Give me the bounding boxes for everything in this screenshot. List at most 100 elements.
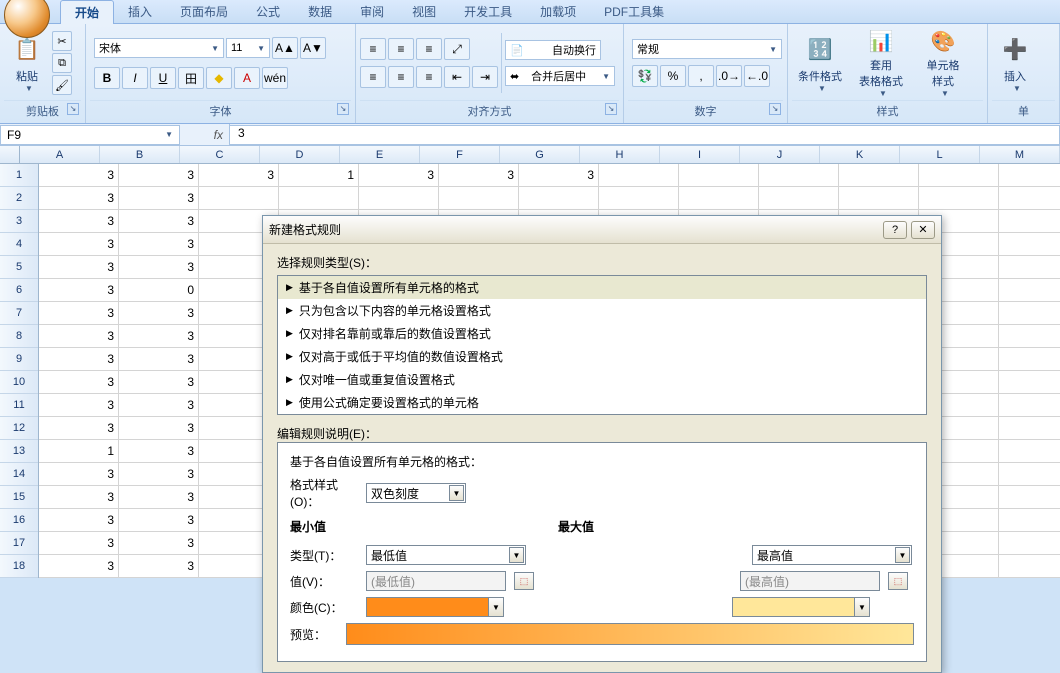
min-ref-button[interactable]: ⬚ xyxy=(514,572,534,590)
column-header[interactable]: E xyxy=(340,146,420,163)
italic-button[interactable]: I xyxy=(122,67,148,89)
row-header[interactable]: 17 xyxy=(0,532,38,555)
cell[interactable] xyxy=(999,164,1060,187)
row-header[interactable]: 6 xyxy=(0,279,38,302)
dec-decimal-button[interactable]: ←.0 xyxy=(744,65,770,87)
row-header[interactable]: 16 xyxy=(0,509,38,532)
cell[interactable]: 3 xyxy=(39,417,119,440)
cell[interactable]: 3 xyxy=(119,187,199,210)
cell[interactable]: 3 xyxy=(39,256,119,279)
align-center-button[interactable]: ≡ xyxy=(388,66,414,88)
cell[interactable]: 3 xyxy=(119,302,199,325)
cell[interactable]: 0 xyxy=(119,279,199,302)
cell[interactable] xyxy=(999,463,1060,486)
max-ref-button[interactable]: ⬚ xyxy=(888,572,908,590)
tab-pdf[interactable]: PDF工具集 xyxy=(590,0,678,23)
cell[interactable] xyxy=(999,302,1060,325)
tab-formula[interactable]: 公式 xyxy=(242,0,294,23)
column-header[interactable]: B xyxy=(100,146,180,163)
grow-font-button[interactable]: A▲ xyxy=(272,37,298,59)
cut-button[interactable]: ✂ xyxy=(52,31,72,51)
rule-type-item[interactable]: ▶仅对唯一值或重复值设置格式 xyxy=(278,368,926,391)
cell[interactable]: 3 xyxy=(39,233,119,256)
row-header[interactable]: 1 xyxy=(0,164,38,187)
row-header[interactable]: 11 xyxy=(0,394,38,417)
font-launcher[interactable]: ↘ xyxy=(337,103,349,115)
cell[interactable] xyxy=(919,164,999,187)
font-name-combo[interactable]: 宋体▼ xyxy=(94,38,224,58)
cell[interactable] xyxy=(999,279,1060,302)
row-header[interactable]: 18 xyxy=(0,555,38,578)
tab-view[interactable]: 视图 xyxy=(398,0,450,23)
cell[interactable] xyxy=(679,187,759,210)
cell[interactable] xyxy=(839,164,919,187)
cell[interactable]: 3 xyxy=(119,509,199,532)
cell[interactable]: 3 xyxy=(39,463,119,486)
cell[interactable] xyxy=(999,187,1060,210)
cell[interactable] xyxy=(359,187,439,210)
cell[interactable]: 3 xyxy=(119,256,199,279)
column-header[interactable]: J xyxy=(740,146,820,163)
cell[interactable]: 3 xyxy=(39,509,119,532)
cell[interactable]: 3 xyxy=(119,463,199,486)
cell[interactable] xyxy=(999,509,1060,532)
max-color-select[interactable]: ▼ xyxy=(732,597,870,617)
cell[interactable]: 3 xyxy=(119,532,199,555)
rule-type-item[interactable]: ▶仅对排名靠前或靠后的数值设置格式 xyxy=(278,322,926,345)
cell[interactable]: 1 xyxy=(39,440,119,463)
row-header[interactable]: 12 xyxy=(0,417,38,440)
cell[interactable] xyxy=(519,187,599,210)
cell[interactable]: 3 xyxy=(119,233,199,256)
cell[interactable] xyxy=(839,187,919,210)
tab-dev[interactable]: 开发工具 xyxy=(450,0,526,23)
help-button[interactable]: ? xyxy=(883,221,907,239)
select-all-corner[interactable] xyxy=(0,146,20,163)
cell[interactable] xyxy=(919,187,999,210)
cell[interactable] xyxy=(999,256,1060,279)
cell[interactable] xyxy=(999,325,1060,348)
cell[interactable] xyxy=(999,348,1060,371)
cell[interactable] xyxy=(999,371,1060,394)
cell[interactable] xyxy=(999,417,1060,440)
cell[interactable]: 3 xyxy=(119,555,199,578)
row-header[interactable]: 5 xyxy=(0,256,38,279)
bold-button[interactable]: B xyxy=(94,67,120,89)
formula-input[interactable]: 3 xyxy=(230,125,1060,145)
cell[interactable]: 3 xyxy=(519,164,599,187)
row-header[interactable]: 2 xyxy=(0,187,38,210)
column-header[interactable]: A xyxy=(20,146,100,163)
dec-indent-button[interactable]: ⇤ xyxy=(444,66,470,88)
border-button[interactable]: 田 xyxy=(178,67,204,89)
cell[interactable]: 3 xyxy=(39,394,119,417)
cell[interactable] xyxy=(279,187,359,210)
format-painter-button[interactable]: 🖌 xyxy=(52,75,72,95)
align-launcher[interactable]: ↘ xyxy=(605,103,617,115)
cell[interactable] xyxy=(439,187,519,210)
cell[interactable]: 3 xyxy=(199,164,279,187)
cell[interactable]: 3 xyxy=(39,325,119,348)
fill-color-button[interactable]: ◆ xyxy=(206,67,232,89)
cell[interactable]: 3 xyxy=(119,440,199,463)
column-header[interactable]: G xyxy=(500,146,580,163)
cell[interactable] xyxy=(759,164,839,187)
cell[interactable]: 3 xyxy=(119,486,199,509)
cell[interactable]: 3 xyxy=(119,417,199,440)
tab-insert[interactable]: 插入 xyxy=(114,0,166,23)
cell[interactable]: 3 xyxy=(119,348,199,371)
cell[interactable] xyxy=(199,187,279,210)
cell[interactable] xyxy=(999,532,1060,555)
row-header[interactable]: 7 xyxy=(0,302,38,325)
close-button[interactable]: ✕ xyxy=(911,221,935,239)
align-right-button[interactable]: ≡ xyxy=(416,66,442,88)
font-color-button[interactable]: A xyxy=(234,67,260,89)
inc-decimal-button[interactable]: .0→ xyxy=(716,65,742,87)
tab-review[interactable]: 审阅 xyxy=(346,0,398,23)
cell[interactable]: 1 xyxy=(279,164,359,187)
phonetic-button[interactable]: wén xyxy=(262,67,288,89)
shrink-font-button[interactable]: A▼ xyxy=(300,37,326,59)
row-header[interactable]: 10 xyxy=(0,371,38,394)
cell[interactable]: 3 xyxy=(39,371,119,394)
tab-home[interactable]: 开始 xyxy=(60,0,114,24)
cell[interactable]: 3 xyxy=(39,279,119,302)
percent-button[interactable]: % xyxy=(660,65,686,87)
